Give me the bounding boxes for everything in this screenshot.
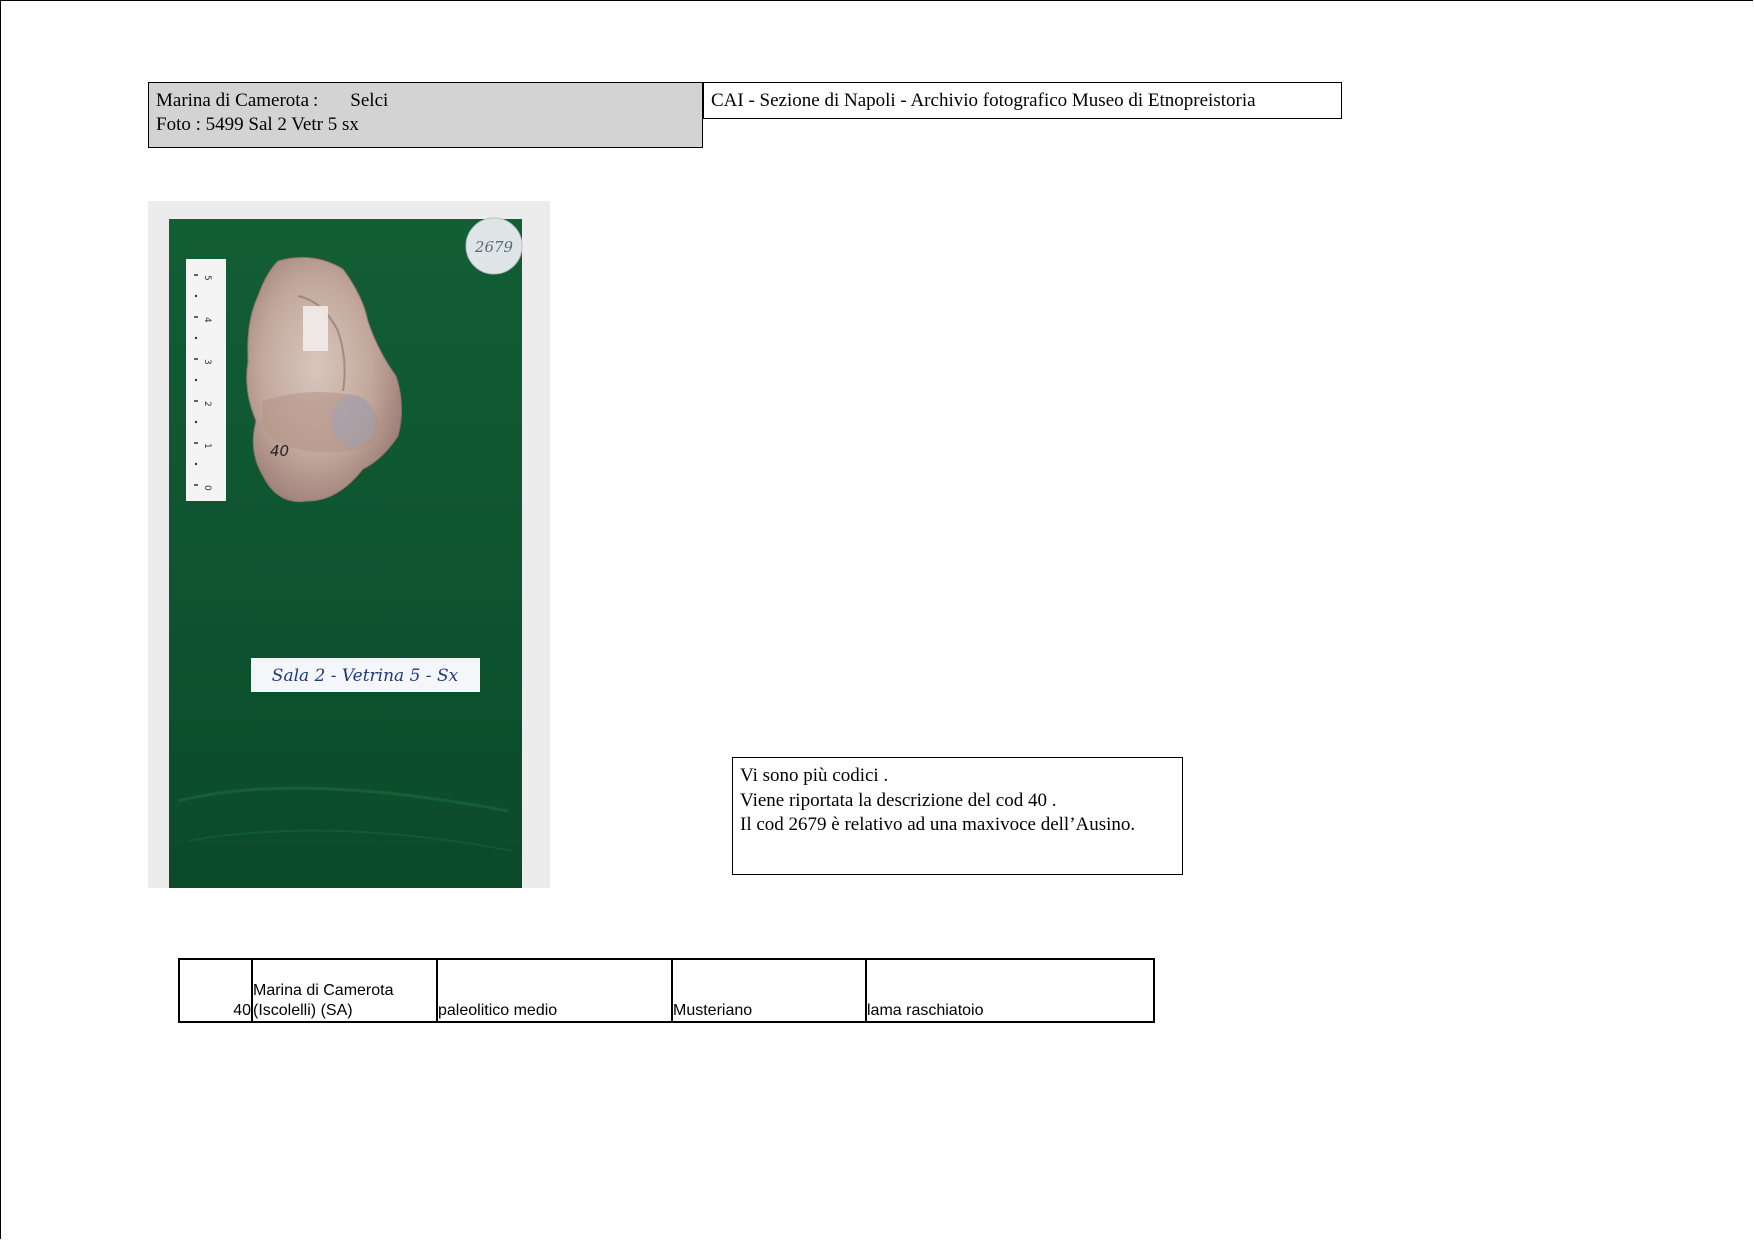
- record-culture: Musteriano: [671, 958, 867, 1023]
- scale-ruler: 0 1 2 3 4 5: [186, 259, 226, 501]
- note-line: Vi sono più codici .: [740, 765, 889, 786]
- header-category: Selci: [350, 90, 389, 111]
- ruler-mark: 2: [202, 401, 212, 407]
- record-location: Marina di Camerota (Iscolelli) (SA): [251, 958, 438, 1023]
- record-table: 40 Marina di Camerota (Iscolelli) (SA) p…: [178, 958, 1155, 1023]
- ruler-mark: 4: [202, 317, 212, 323]
- artifact-photo-drawing: 0 1 2 3 4 5 2679 40 Sala 2 - Vetrina 5 -…: [148, 201, 550, 888]
- header-location: Marina di Camerota: [156, 90, 310, 111]
- record-period: paleolitico medio: [436, 958, 673, 1023]
- note-line: Viene riportata la descrizione del cod 4…: [740, 789, 1057, 811]
- header-photo-ref: Foto : 5499 Sal 2 Vetr 5 sx: [156, 114, 359, 135]
- record-code: 40: [178, 958, 253, 1023]
- ruler-mark: 3: [202, 359, 212, 365]
- tag-number: 2679: [474, 238, 514, 256]
- header-location-line: Marina di Camerota: Selci: [156, 89, 695, 113]
- note-line: Il cod 2679 è relativo ad una maxivoce d…: [740, 814, 1136, 835]
- object-code: 40: [270, 442, 289, 460]
- archive-title: CAI - Sezione di Napoli - Archivio fotog…: [703, 82, 1342, 119]
- display-label: Sala 2 - Vetrina 5 - Sx: [251, 658, 480, 692]
- number-tag: 2679: [465, 217, 523, 275]
- record-type: lama raschiatoio: [865, 958, 1155, 1023]
- ruler-mark: 1: [202, 443, 212, 449]
- table-row: 40 Marina di Camerota (Iscolelli) (SA) p…: [178, 958, 1155, 1023]
- header-info-box: Marina di Camerota: Selci Foto : 5499 Sal…: [148, 82, 703, 148]
- header-separator: :: [313, 90, 319, 111]
- ruler-mark: 0: [202, 485, 212, 491]
- ruler-mark: 5: [202, 275, 212, 281]
- record-location-line2: (Iscolelli) (SA): [253, 1002, 353, 1019]
- record-location-line1: Marina di Camerota: [253, 982, 394, 999]
- display-label-text: Sala 2 - Vetrina 5 - Sx: [272, 666, 459, 686]
- note-box: Vi sono più codici . Viene riportata la …: [732, 757, 1183, 875]
- artifact-photo: 0 1 2 3 4 5 2679 40 Sala 2 - Vetrina 5 -…: [148, 201, 550, 888]
